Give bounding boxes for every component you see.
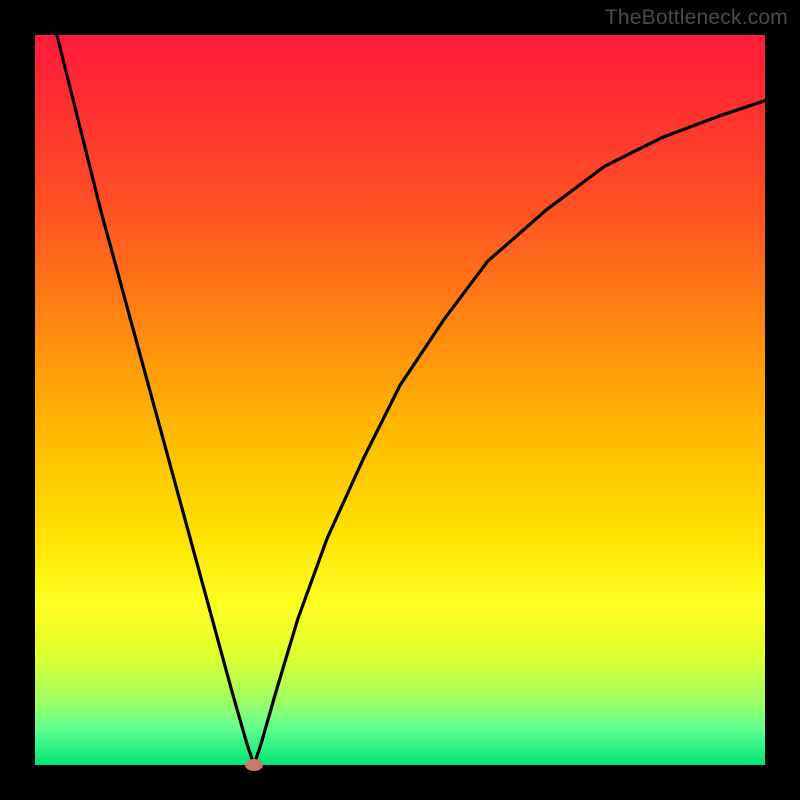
bottleneck-curve-svg (35, 35, 765, 765)
bottleneck-curve-path (57, 35, 765, 765)
watermark-text: TheBottleneck.com (605, 6, 788, 30)
minimum-marker-icon (245, 759, 263, 771)
